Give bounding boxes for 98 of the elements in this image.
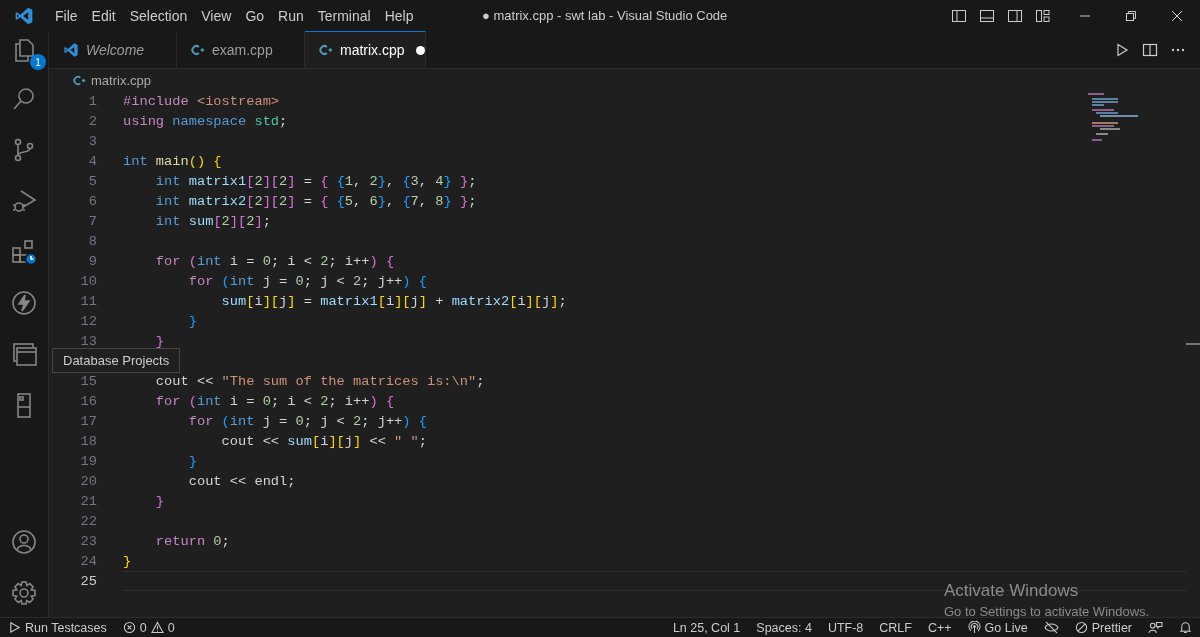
close-icon[interactable]	[1171, 9, 1183, 22]
settings-icon[interactable]	[10, 579, 38, 607]
code-line: sum[i][j] = matrix1[i][j] + matrix2[i][j];	[220, 293, 567, 309]
line-number: 23	[79, 533, 97, 549]
go-live-button[interactable]: Go Live	[959, 618, 1036, 637]
line-number: 17	[79, 413, 97, 429]
broadcast-icon	[967, 621, 981, 634]
extensions-icon[interactable]	[10, 238, 38, 266]
line-number: 21	[79, 493, 97, 509]
line-number: 16	[79, 393, 97, 409]
line-number: 19	[79, 453, 97, 469]
person-chat-icon	[1148, 621, 1163, 634]
code-line: int matrix1[2][2] = { {1, 2}, {3, 4} };	[154, 173, 477, 189]
code-line: cout << endl;	[187, 473, 296, 489]
code-line: }	[187, 313, 197, 329]
line-number: 13	[79, 333, 97, 349]
vscode-logo-icon	[63, 42, 79, 58]
run-debug-icon[interactable]	[10, 187, 38, 215]
menu-item[interactable]: Terminal	[310, 4, 378, 27]
bell-icon	[1179, 621, 1192, 634]
status-item[interactable]: CRLF	[871, 618, 920, 637]
code-line: int matrix2[2][2] = { {5, 6}, {7, 8} };	[154, 193, 477, 209]
menu-item[interactable]: Selection	[122, 4, 195, 27]
line-number: 24	[79, 553, 97, 569]
menu-item[interactable]: View	[194, 4, 239, 27]
line-number: 10	[79, 273, 97, 289]
editor-tab[interactable]: matrix.cpp	[305, 31, 426, 68]
windows-icon[interactable]	[10, 340, 38, 368]
line-number: 5	[87, 173, 97, 189]
status-item[interactable]: Ln 25, Col 1	[664, 618, 749, 637]
cpp-file-icon	[319, 43, 333, 57]
line-number: 7	[87, 213, 97, 229]
lightning-icon[interactable]	[10, 289, 38, 317]
layout-icon[interactable]	[1035, 7, 1051, 24]
sidebar-toggle-icon[interactable]	[951, 7, 967, 24]
run-icon	[8, 621, 21, 634]
error-icon	[122, 621, 136, 634]
code-line: cout << sum[i][j] << " ";	[220, 433, 427, 449]
code-line: using namespace std;	[123, 113, 288, 129]
secondary-sidebar-icon[interactable]	[1007, 7, 1023, 24]
tooltip: Database Projects	[52, 348, 181, 373]
line-number: 4	[87, 153, 97, 169]
activation-text: Go to Settings to activate Windows.	[944, 604, 1150, 619]
activation-title: Activate Windows	[944, 581, 1080, 601]
code-line: for (int j = 0; j < 2; j++) {	[187, 273, 427, 289]
line-number: 12	[79, 313, 97, 329]
restore-icon[interactable]	[1125, 9, 1137, 22]
line-number: 3	[87, 133, 97, 149]
problems-button[interactable]: 0 0	[114, 618, 183, 637]
menu-item[interactable]: Run	[271, 4, 311, 27]
line-number: 25	[79, 573, 97, 589]
warning-icon	[150, 621, 164, 634]
code-line: for (int i = 0; i < 2; i++) {	[154, 253, 395, 269]
eye-off-icon	[1043, 621, 1059, 634]
code-line: }	[154, 493, 165, 509]
vscode-logo-icon	[14, 5, 34, 26]
line-number: 1	[87, 93, 97, 109]
unsaved-dot-icon	[415, 45, 425, 55]
prohibited-icon	[1074, 621, 1088, 634]
panel-toggle-icon[interactable]	[979, 7, 995, 24]
line-number: 15	[79, 373, 97, 389]
code-line: return 0;	[154, 533, 230, 549]
files-icon[interactable]	[14, 39, 34, 62]
breadcrumb-item[interactable]: matrix.cpp	[91, 72, 151, 88]
status-item[interactable]: UTF-8	[819, 618, 872, 637]
editor-tab[interactable]: Welcome	[49, 31, 177, 68]
line-number: 22	[79, 513, 97, 529]
code-line: int sum[2][2];	[154, 213, 271, 229]
menu-item[interactable]: Help	[377, 4, 421, 27]
account-icon[interactable]	[10, 528, 38, 556]
code-line: }	[154, 333, 165, 349]
code-line: for (int j = 0; j < 2; j++) {	[187, 413, 427, 429]
status-item[interactable]: C++	[919, 618, 960, 637]
line-number: 6	[87, 193, 97, 209]
line-number: 2	[87, 113, 97, 129]
line-number: 20	[79, 473, 97, 489]
code-line: #include <iostream>	[123, 93, 280, 109]
run-testcases-button[interactable]: Run Testcases	[0, 618, 115, 637]
line-number: 18	[79, 433, 97, 449]
notification-badge: 1	[30, 54, 46, 70]
line-number: 9	[87, 253, 97, 269]
menu-item[interactable]: Go	[238, 4, 272, 27]
line-number: 8	[87, 233, 97, 249]
code-line: cout << "The sum of the matrices is:\n";	[154, 373, 485, 389]
code-line: int main() {	[123, 153, 222, 169]
window-title: ● matrix.cpp - swt lab - Visual Studio Code	[482, 8, 728, 23]
split-editor-icon[interactable]	[1142, 41, 1158, 58]
run-icon[interactable]	[1114, 41, 1130, 58]
code-line: }	[187, 453, 197, 469]
cpp-file-icon	[191, 43, 205, 57]
prettier-button[interactable]: Prettier	[1066, 618, 1140, 637]
status-item[interactable]: Spaces: 4	[748, 618, 820, 637]
line-number: 11	[79, 293, 97, 309]
code-line: for (int i = 0; i < 2; i++) {	[154, 393, 395, 409]
cpp-file-icon	[73, 73, 86, 87]
menu-item[interactable]: File	[48, 4, 85, 27]
menu-item[interactable]: Edit	[84, 4, 123, 27]
code-line: }	[123, 553, 132, 569]
